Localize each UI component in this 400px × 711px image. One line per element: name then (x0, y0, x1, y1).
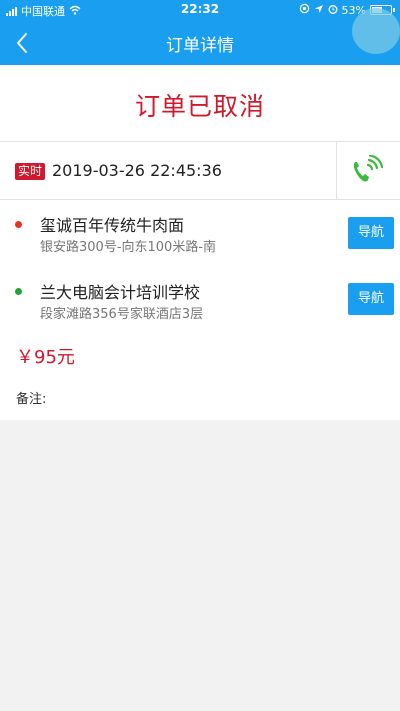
pickup-address: 玺诚百年传统牛肉面 银安路300号-向东100米路-南 导航 (0, 200, 400, 260)
pickup-dot-icon (15, 221, 22, 228)
remark-label: 备注: (16, 392, 47, 407)
alarm-icon (328, 4, 338, 17)
dropoff-name: 兰大电脑会计培训学校 (40, 283, 201, 302)
dropoff-navigate-button[interactable]: 导航 (348, 283, 394, 315)
order-datetime: 2019-03-26 22:45:36 (52, 161, 222, 180)
status-bar: 中国联通 22:32 53% (0, 0, 400, 20)
dropoff-address: 兰大电脑会计培训学校 段家滩路356号家联酒店3层 导航 (0, 266, 400, 326)
lock-rotation-icon (299, 3, 310, 17)
dropoff-detail: 段家滩路356号家联酒店3层 (40, 307, 204, 322)
order-type-badge: 实时 (15, 163, 46, 180)
location-icon (314, 4, 324, 17)
dropoff-dot-icon (15, 288, 22, 295)
floating-assistive-button[interactable] (352, 8, 400, 54)
order-status-text: 订单已取消 (134, 92, 265, 121)
pickup-name: 玺诚百年传统牛肉面 (40, 216, 185, 235)
vertical-divider (336, 142, 337, 199)
call-button[interactable] (349, 154, 384, 187)
order-price: ￥95元 (16, 347, 75, 368)
order-status-section: 订单已取消 (0, 65, 400, 142)
pickup-detail: 银安路300号-向东100米路-南 (40, 240, 217, 255)
phone-icon (353, 154, 384, 182)
page-title: 订单详情 (166, 36, 234, 56)
app-header: 中国联通 22:32 53% 订单详情 (0, 0, 400, 65)
pickup-navigate-button[interactable]: 导航 (348, 217, 394, 249)
order-time-row: 实时 2019-03-26 22:45:36 (0, 142, 400, 200)
order-details-section: 玺诚百年传统牛肉面 银安路300号-向东100米路-南 导航 兰大电脑会计培训学… (0, 200, 400, 420)
